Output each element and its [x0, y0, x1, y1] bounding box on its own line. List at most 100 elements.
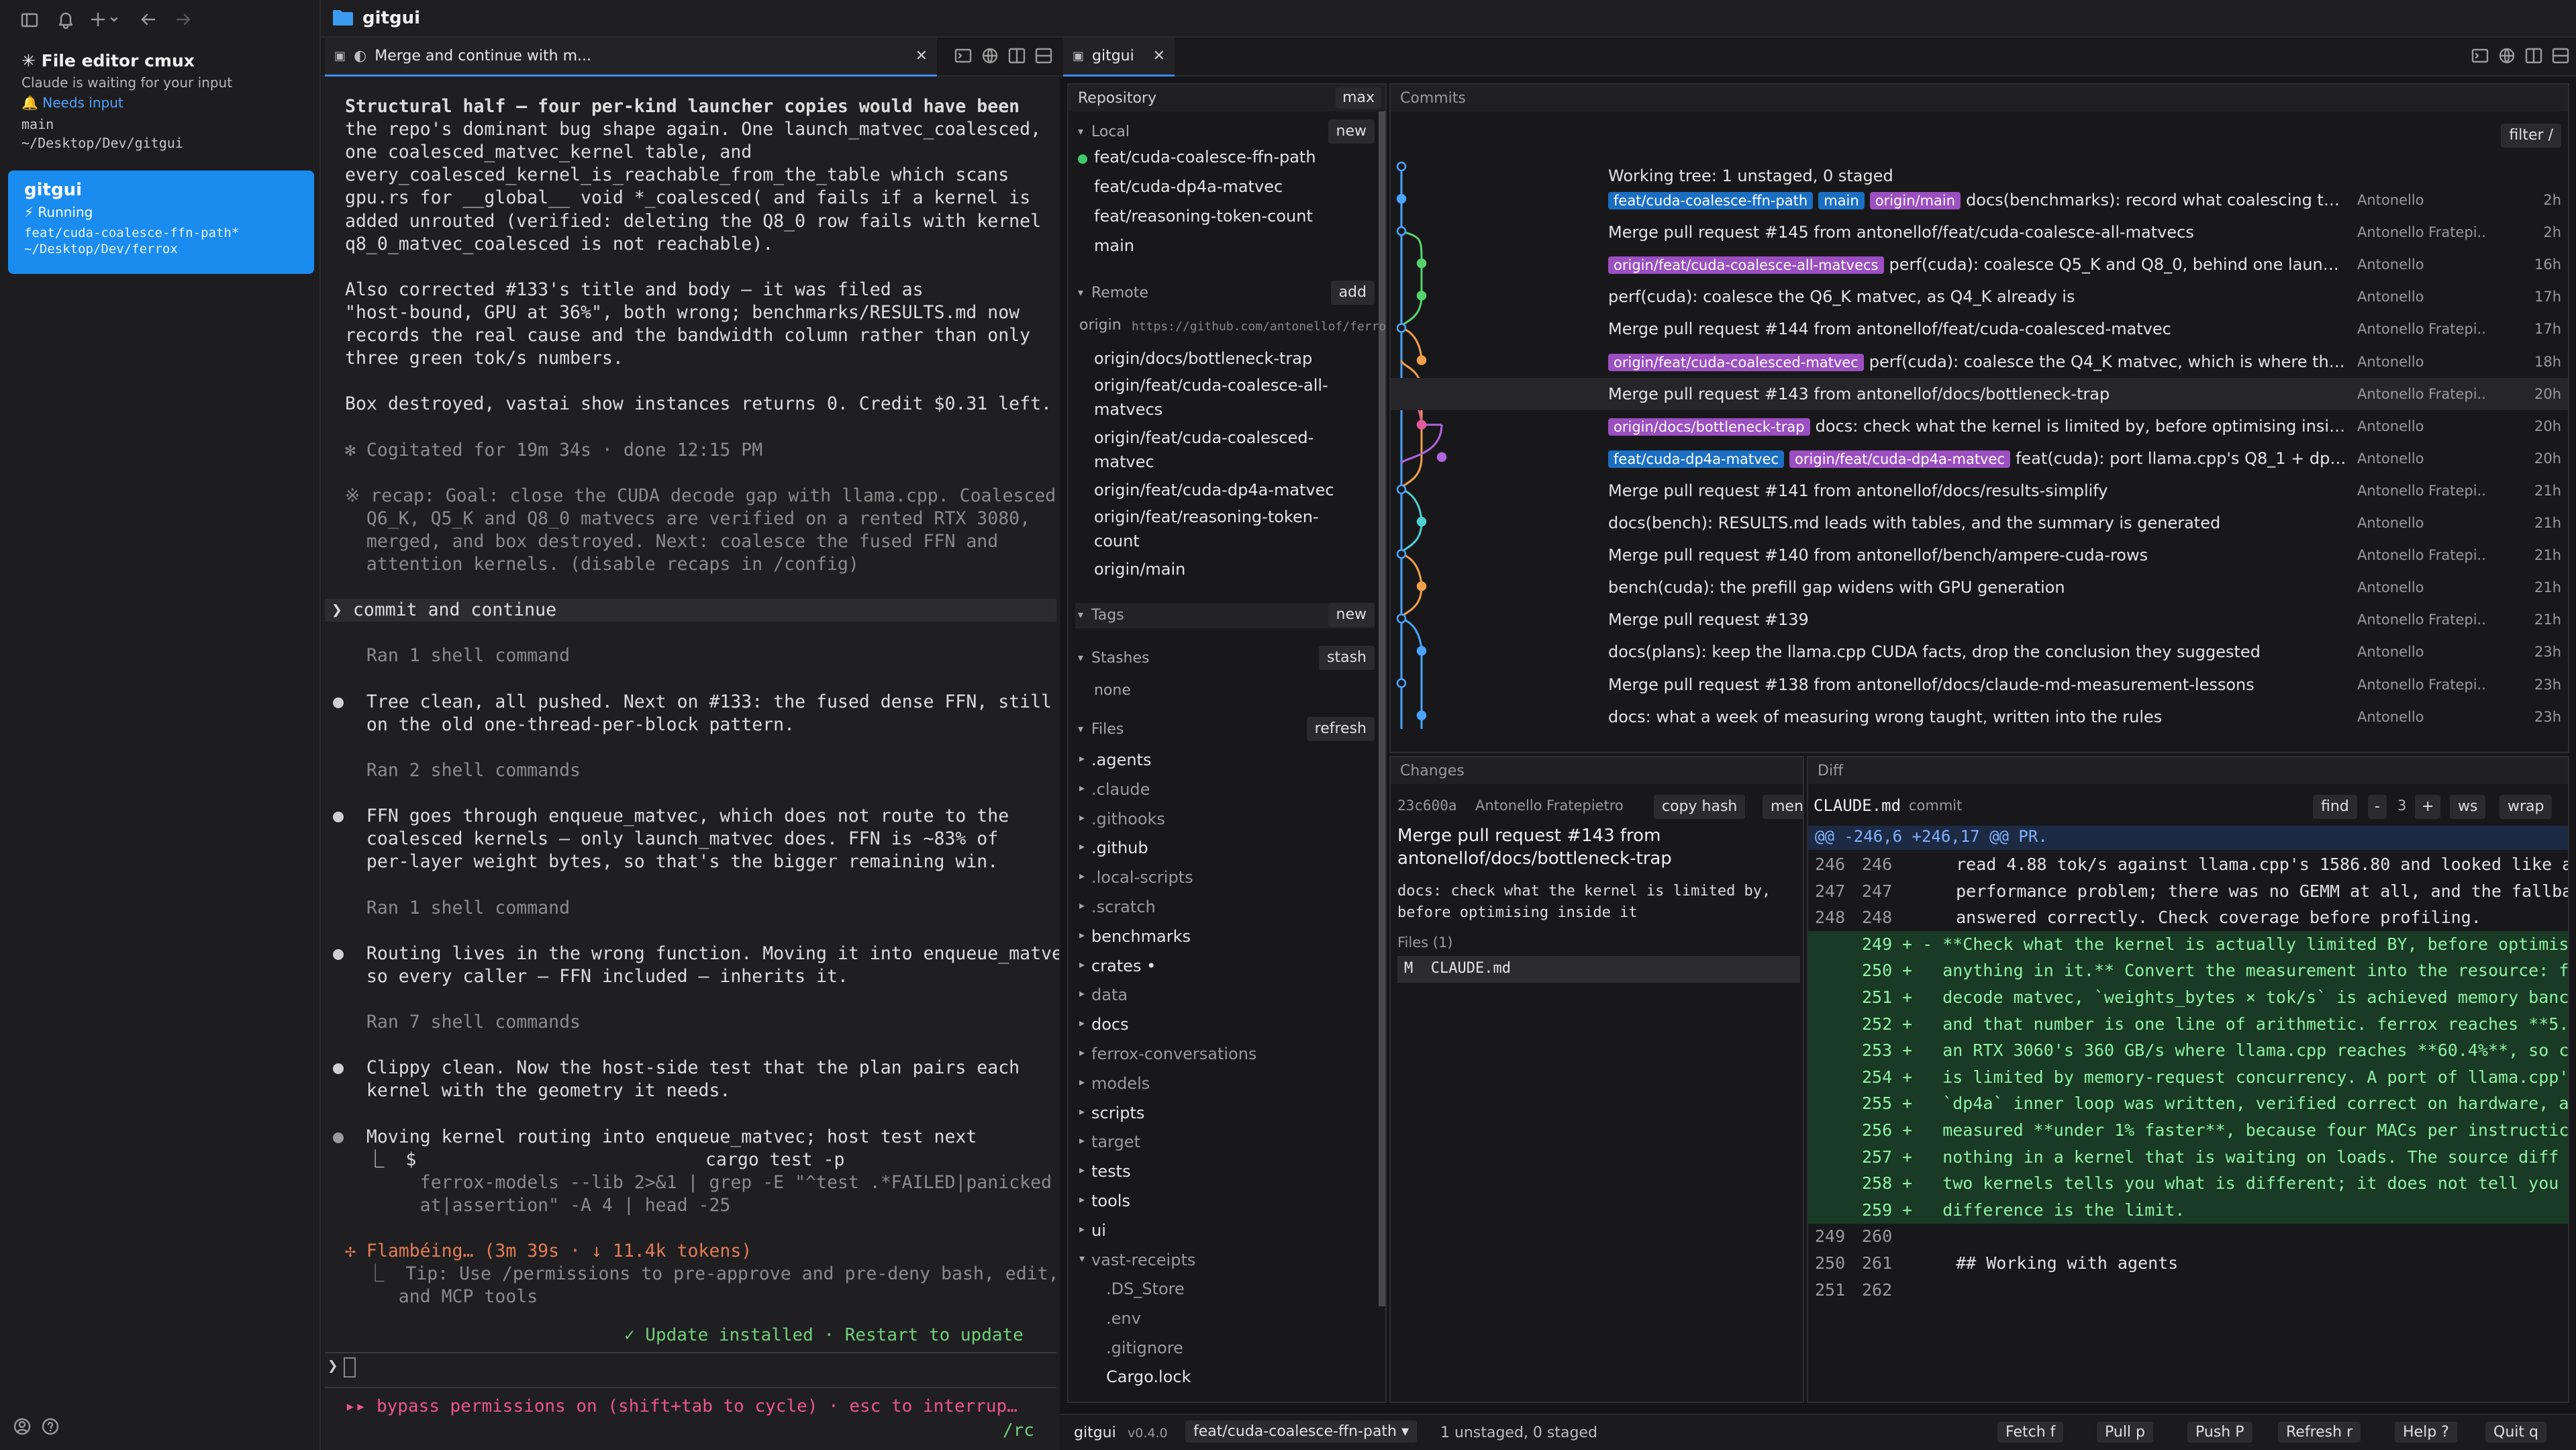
file-tree-folder[interactable]: ui [1091, 1221, 1106, 1240]
folder-toggle-icon[interactable]: ▸ [1079, 1016, 1085, 1029]
remote-branch-item[interactable]: origin/feat/cuda-coalesced-matvec [1094, 426, 1363, 474]
commit-row[interactable]: origin/feat/cuda-coalesced-matvec perf(cu… [1391, 346, 2568, 378]
folder-toggle-icon[interactable]: ▸ [1079, 1163, 1085, 1176]
folder-toggle-icon[interactable]: ▸ [1079, 928, 1085, 941]
file-tree-file[interactable]: .gitignore [1106, 1339, 1183, 1357]
file-tree-folder[interactable]: .github [1091, 838, 1148, 857]
filter-button[interactable]: filter / [2501, 124, 2561, 148]
split-vertical-icon[interactable] [2525, 47, 2542, 64]
local-branch-item[interactable]: feat/cuda-coalesce-ffn-path [1094, 148, 1316, 166]
section-remote[interactable]: Remote [1091, 285, 1148, 301]
status-action-button[interactable]: Fetch f [1997, 1422, 2064, 1443]
remote-branch-item[interactable]: origin/feat/cuda-dp4a-matvec [1094, 478, 1363, 502]
status-action-button[interactable]: Quit q [2485, 1422, 2546, 1443]
copy-hash-button[interactable]: copy hash [1654, 795, 1746, 819]
file-tree-folder[interactable]: benchmarks [1091, 927, 1191, 946]
commit-row[interactable]: docs(bench): RESULTS.md leads with table… [1391, 507, 2568, 539]
file-tree-folder[interactable]: ferrox-conversations [1091, 1045, 1256, 1063]
local-branch-item[interactable]: feat/cuda-dp4a-matvec [1094, 177, 1283, 196]
folder-toggle-icon[interactable]: ▸ [1079, 987, 1085, 1000]
commit-row[interactable]: Merge pull request #145 from antonellof/… [1391, 216, 2568, 248]
commit-row[interactable]: docs(plans): keep the llama.cpp CUDA fac… [1391, 636, 2568, 668]
remote-branch-item[interactable]: origin/feat/reasoning-token-count [1094, 505, 1363, 553]
folder-toggle-icon[interactable]: ▸ [1079, 1134, 1085, 1147]
section-toggle-icon[interactable]: ▾ [1078, 286, 1083, 299]
commit-row[interactable]: Merge pull request #141 from antonellof/… [1391, 475, 2568, 507]
folder-toggle-icon[interactable]: ▸ [1079, 1075, 1085, 1088]
help-icon[interactable] [40, 1416, 60, 1437]
folder-toggle-icon[interactable]: ▾ [1079, 1252, 1085, 1265]
ref-badge[interactable]: origin/main [1869, 192, 1961, 209]
refresh-files-button[interactable]: refresh [1306, 717, 1375, 741]
section-toggle-icon[interactable]: ▾ [1078, 651, 1083, 664]
commit-row[interactable]: feat/cuda-coalesce-ffn-path main origin/ma… [1391, 184, 2568, 216]
notification-card[interactable]: ✳ File editor cmux Claude is waiting for… [21, 51, 303, 151]
ref-badge[interactable]: origin/docs/bottleneck-trap [1608, 418, 1810, 436]
file-tree-folder[interactable]: .scratch [1091, 898, 1156, 916]
account-icon[interactable] [12, 1416, 32, 1437]
remote-branch-item[interactable]: origin/main [1094, 557, 1363, 581]
whitespace-toggle-button[interactable]: ws [2450, 795, 2486, 819]
folder-toggle-icon[interactable]: ▸ [1079, 1222, 1085, 1235]
file-tree-file[interactable]: .DS_Store [1106, 1279, 1185, 1298]
commit-row[interactable]: feat/cuda-dp4a-matvec origin/feat/cuda-dp… [1391, 442, 2568, 475]
tab-gitgui[interactable]: ▣ gitgui ✕ [1063, 38, 1175, 77]
section-toggle-icon[interactable]: ▾ [1078, 125, 1083, 138]
file-tree-folder[interactable]: .githooks [1091, 810, 1165, 828]
scrollbar-track[interactable] [1379, 111, 1385, 1306]
commit-row[interactable]: Merge pull request #139 Antonello Fratepi… [1391, 603, 2568, 636]
forward-arrow-icon[interactable] [173, 9, 193, 30]
folder-toggle-icon[interactable]: ▸ [1079, 781, 1085, 794]
ref-badge[interactable]: main [1818, 192, 1865, 209]
stash-button[interactable]: stash [1319, 646, 1375, 670]
split-horizontal-icon[interactable] [1035, 47, 1052, 64]
file-tree-folder[interactable]: docs [1091, 1015, 1129, 1034]
section-stashes[interactable]: Stashes [1091, 650, 1149, 667]
file-tree-folder[interactable]: .claude [1091, 780, 1150, 799]
terminal-new-icon[interactable] [2471, 47, 2489, 64]
folder-toggle-icon[interactable]: ▸ [1079, 899, 1085, 912]
folder-toggle-icon[interactable]: ▸ [1079, 840, 1085, 853]
commit-row[interactable]: docs: what a week of measuring wrong tau… [1391, 701, 2568, 733]
status-action-button[interactable]: Pull p [2097, 1422, 2154, 1443]
split-vertical-icon[interactable] [1008, 47, 1026, 64]
ref-badge[interactable]: feat/cuda-dp4a-matvec [1608, 450, 1785, 468]
remote-branch-item[interactable]: origin/feat/cuda-coalesce-all-matvecs [1094, 373, 1363, 422]
workspace-item-gitgui[interactable]: gitgui ⚡ Running feat/cuda-coalesce-ffn-… [8, 171, 314, 274]
split-horizontal-icon[interactable] [2552, 47, 2569, 64]
ref-badge[interactable]: origin/feat/cuda-coalesce-all-matvecs [1608, 256, 1884, 275]
folder-toggle-icon[interactable]: ▸ [1079, 811, 1085, 824]
section-toggle-icon[interactable]: ▾ [1078, 722, 1083, 735]
section-tags[interactable]: Tags [1091, 607, 1124, 624]
bell-icon[interactable] [56, 9, 75, 30]
file-tree-file[interactable]: Cargo.lock [1106, 1367, 1191, 1386]
folder-toggle-icon[interactable]: ▸ [1079, 869, 1085, 882]
commit-row[interactable]: bench(cuda): the prefill gap widens with… [1391, 571, 2568, 603]
changed-file-row[interactable]: M CLAUDE.md [1397, 956, 1800, 983]
new-workspace-icon[interactable] [90, 9, 121, 30]
scrollbar-thumb[interactable] [1379, 111, 1385, 1306]
file-tree-folder[interactable]: models [1091, 1074, 1150, 1093]
local-branch-item[interactable]: feat/reasoning-token-count [1094, 207, 1313, 226]
file-tree-folder[interactable]: vast-receipts [1091, 1251, 1195, 1269]
section-local[interactable]: Local [1091, 124, 1130, 140]
find-button[interactable]: find [2313, 795, 2357, 819]
file-tree-folder[interactable]: .local-scripts [1091, 868, 1193, 887]
section-files[interactable]: Files [1091, 721, 1124, 738]
max-button[interactable]: max [1336, 87, 1381, 109]
file-tree-file[interactable]: .env [1106, 1309, 1141, 1328]
wrap-toggle-button[interactable]: wrap [2499, 795, 2553, 819]
globe-icon[interactable] [981, 47, 999, 64]
local-branch-item[interactable]: main [1094, 236, 1134, 255]
context-decrease-button[interactable]: - [2368, 795, 2387, 819]
context-increase-button[interactable]: + [2415, 795, 2441, 819]
close-icon[interactable]: ✕ [1153, 48, 1165, 64]
sidebar-toggle-icon[interactable] [20, 11, 39, 30]
folder-toggle-icon[interactable]: ▸ [1079, 958, 1085, 971]
status-action-button[interactable]: Help ? [2395, 1422, 2457, 1443]
globe-icon[interactable] [2498, 47, 2516, 64]
folder-toggle-icon[interactable]: ▸ [1079, 1193, 1085, 1206]
folder-toggle-icon[interactable]: ▸ [1079, 1105, 1085, 1118]
file-tree-folder[interactable]: scripts [1091, 1104, 1144, 1122]
terminal-new-icon[interactable] [954, 47, 972, 64]
